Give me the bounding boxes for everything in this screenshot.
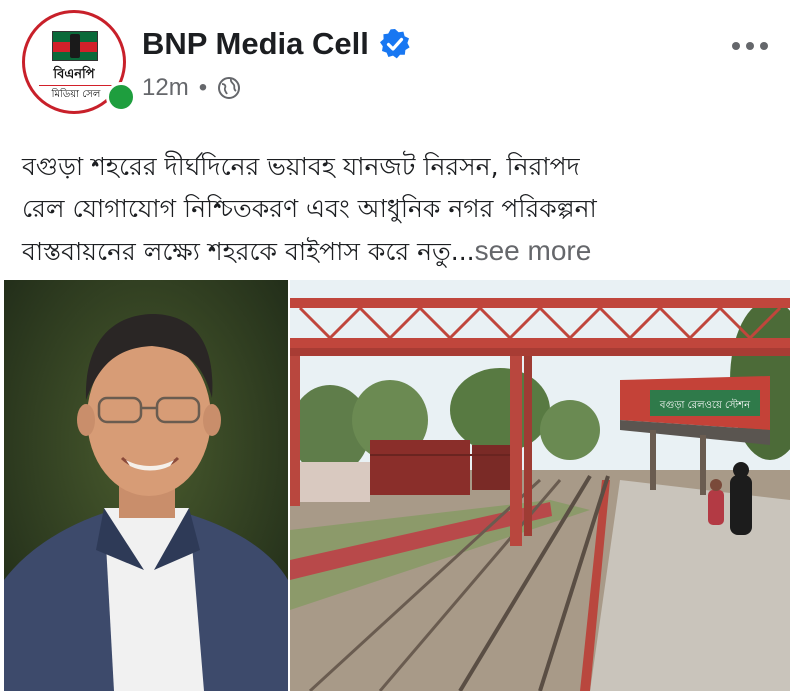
page-avatar-wrap[interactable]: বিএনপি মিডিয়া সেল (22, 10, 136, 118)
globe-icon[interactable] (217, 76, 241, 100)
post-message: বগুড়া শহরের দীর্ঘদিনের ভয়াবহ যানজট নির… (22, 146, 774, 273)
more-dot (732, 42, 740, 50)
post-text-line: রেল যোগাযোগ নিশ্চিতকরণ এবং আধুনিক নগর পর… (22, 194, 597, 223)
portrait-photo[interactable] (4, 280, 288, 691)
post-text-line: বাস্তবায়নের লক্ষ্যে শহরকে বাইপাস করে নত… (22, 237, 475, 266)
meta-separator: • (198, 74, 208, 101)
post-text-line: বগুড়া শহরের দীর্ঘদিনের ভয়াবহ যানজট নির… (22, 152, 580, 181)
page-name-link[interactable]: BNP Media Cell (142, 26, 369, 62)
party-flag-icon (52, 31, 98, 61)
more-dot (760, 42, 768, 50)
station-sign-text: বগুড়া রেলওয়ে স্টেশন (659, 398, 751, 411)
see-more-link[interactable]: see more (475, 235, 592, 266)
photo-grid: বগুড়া রেলওয়ে স্টেশন (4, 280, 790, 691)
avatar-logo-line1: বিএনপি (53, 67, 95, 82)
post-text-line-last: বাস্তবায়নের লক্ষ্যে শহরকে বাইপাস করে নত… (22, 230, 774, 273)
post-timestamp[interactable]: 12m (142, 74, 189, 102)
railway-station-photo[interactable]: বগুড়া রেলওয়ে স্টেশন (290, 280, 790, 691)
more-options-icon[interactable] (722, 26, 778, 66)
post-meta: 12m • (142, 74, 241, 102)
avatar-logo-line2: মিডিয়া সেল (39, 85, 113, 104)
online-status-icon (106, 82, 136, 112)
page-name-row: BNP Media Cell (142, 26, 411, 62)
verified-badge-icon (379, 28, 411, 60)
post-header: বিএনপি মিডিয়া সেল BNP Media Cell 12m • (0, 0, 794, 130)
more-dot (746, 42, 754, 50)
